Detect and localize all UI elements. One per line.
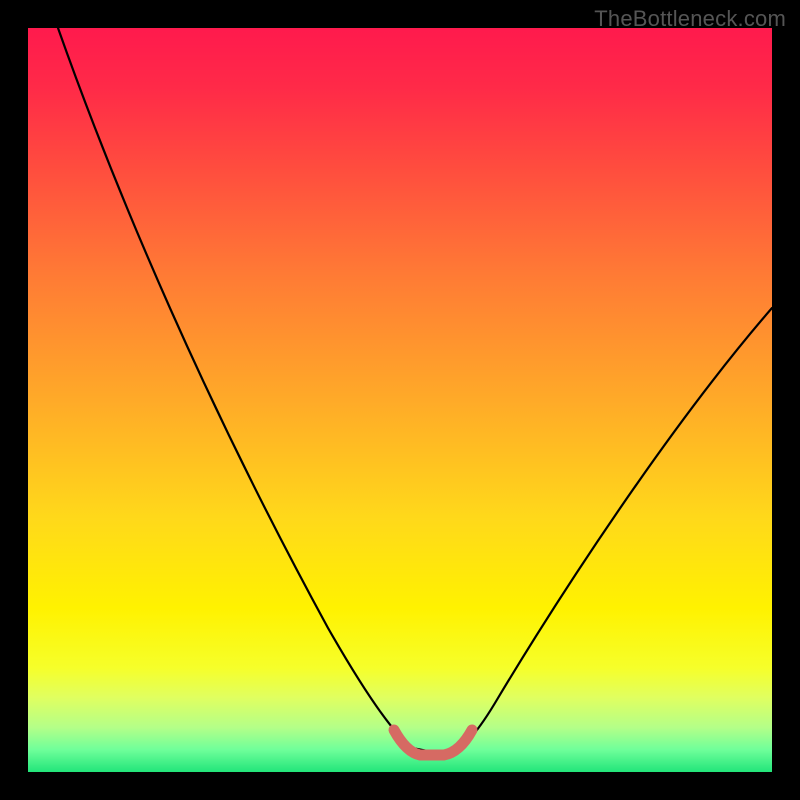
bottleneck-curve-path [58,28,772,755]
watermark-text: TheBottleneck.com [594,6,786,32]
plot-area [28,28,772,772]
curve-overlay [28,28,772,772]
chart-frame: TheBottleneck.com [0,0,800,800]
good-range-marker-path [394,730,472,755]
